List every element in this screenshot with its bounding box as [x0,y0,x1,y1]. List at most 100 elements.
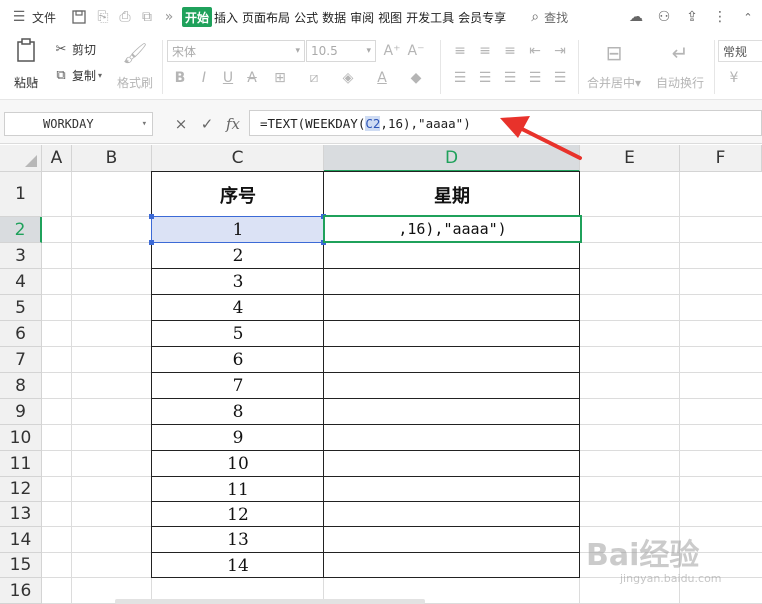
tab-developer[interactable]: 开发工具 [404,0,456,34]
font-color-icon[interactable]: A [372,68,392,88]
tab-view[interactable]: 视图 [376,0,404,34]
increase-indent-icon[interactable]: ⇥ [550,41,570,61]
cell-c14[interactable]: 13 [152,527,324,553]
row-header-3[interactable]: 3 [0,243,42,269]
strikethrough-icon[interactable]: A [242,68,262,88]
eraser-icon[interactable]: ◆ [406,68,426,88]
search-box[interactable]: ⌕ 查找 [522,0,572,34]
decrease-indent-icon[interactable]: ⇤ [525,41,545,61]
cell-d2-editing[interactable]: ,16),"aaaa") [323,215,582,243]
row-header-11[interactable]: 11 [0,451,42,477]
tab-formulas[interactable]: 公式 [292,0,320,34]
font-name-select[interactable]: 宋体 ▾ [167,40,305,62]
column-header-d[interactable]: D [324,145,580,172]
cell-c13[interactable]: 12 [152,502,324,527]
print-icon[interactable]: ⎙ [116,8,134,26]
paste-dropdown-icon[interactable]: ▾ [34,78,38,87]
column-header-b[interactable]: B [72,145,152,172]
row-header-1[interactable]: 1 [0,172,42,217]
collapse-ribbon-icon[interactable]: ⌃ [739,8,757,26]
cell-c1-header[interactable]: 序号 [152,172,324,217]
row-header-7[interactable]: 7 [0,347,42,373]
cell-c15[interactable]: 14 [152,553,324,578]
tab-insert[interactable]: 插入 [212,0,240,34]
fill-color-icon[interactable]: ◈ [338,68,358,88]
cell-c11[interactable]: 10 [152,451,324,477]
row-header-8[interactable]: 8 [0,373,42,399]
cell-d1-header[interactable]: 星期 [324,172,580,217]
row-header-13[interactable]: 13 [0,502,42,527]
wrap-text-button[interactable]: ↵ 自动换行 [652,38,708,91]
italic-icon[interactable]: I [194,68,214,88]
align-left-icon[interactable]: ☰ [450,68,470,88]
cell-c8[interactable]: 7 [152,373,324,399]
cell-c4[interactable]: 3 [152,269,324,295]
row-header-6[interactable]: 6 [0,321,42,347]
cell-c10[interactable]: 9 [152,425,324,451]
align-center-icon[interactable]: ☰ [475,68,495,88]
print-preview-icon[interactable]: ⧉ [138,8,156,26]
formula-input[interactable]: =TEXT(WEEKDAY(C2,16),"aaaa") [249,110,762,136]
export-pdf-icon[interactable]: ⎘ [94,8,112,26]
merge-center-button[interactable]: ⊟ 合并居中▾ [584,38,644,91]
align-top-icon[interactable]: ≡ [450,41,470,61]
file-menu[interactable]: ☰ 文件 [0,0,60,34]
row-header-16[interactable]: 16 [0,578,42,604]
number-format-select[interactable]: 常规 [718,40,762,62]
cell-c2[interactable]: 1 [152,217,324,243]
currency-icon[interactable]: ¥ [724,68,744,88]
cell-c7[interactable]: 6 [152,347,324,373]
confirm-icon[interactable]: ✓ [196,112,218,136]
tab-data[interactable]: 数据 [320,0,348,34]
underline-icon[interactable]: U [218,68,238,88]
column-header-c[interactable]: C [152,145,324,172]
more-options-icon[interactable]: ⋮ [711,8,729,26]
share-icon[interactable]: ⇪ [683,8,701,26]
row-header-14[interactable]: 14 [0,527,42,553]
cell-c6[interactable]: 5 [152,321,324,347]
tab-member[interactable]: 会员专享 [456,0,508,34]
row-header-9[interactable]: 9 [0,399,42,425]
fx-icon[interactable]: fx [222,112,244,136]
horizontal-scrollbar[interactable] [115,599,425,604]
cell-c3[interactable]: 2 [152,243,324,269]
column-header-f[interactable]: F [680,145,762,172]
align-right-icon[interactable]: ☰ [500,68,520,88]
cloud-sync-icon[interactable]: ☁ [627,8,645,26]
cell-c12[interactable]: 11 [152,477,324,502]
tab-home[interactable]: 开始 [182,7,213,27]
cancel-icon[interactable]: × [170,112,192,136]
tab-page-layout[interactable]: 页面布局 [240,0,292,34]
save-icon[interactable] [70,8,88,26]
copy-button[interactable]: ⧉ 复制 ▾ [52,66,102,84]
name-box[interactable]: WORKDAY ▾ [4,112,153,136]
decrease-font-icon[interactable]: A⁻ [406,41,426,61]
cut-button[interactable]: ✂ 剪切 [52,40,96,58]
borders-icon[interactable]: ⊞ [270,68,290,88]
row-header-5[interactable]: 5 [0,295,42,321]
column-header-a[interactable]: A [42,145,72,172]
justify-icon[interactable]: ☰ [525,68,545,88]
more-chevron-icon[interactable]: » [160,8,178,26]
cell-c9[interactable]: 8 [152,399,324,425]
distributed-icon[interactable]: ☰ [550,68,570,88]
row-header-4[interactable]: 4 [0,269,42,295]
cell-c5[interactable]: 4 [152,295,324,321]
paste-button[interactable]: 粘贴 [8,38,44,91]
tab-review[interactable]: 审阅 [348,0,376,34]
select-all-corner[interactable] [0,145,42,172]
align-middle-icon[interactable]: ≡ [475,41,495,61]
row-header-12[interactable]: 12 [0,477,42,502]
align-bottom-icon[interactable]: ≡ [500,41,520,61]
format-painter-button[interactable]: 🖌 格式刷 [114,38,156,91]
font-size-select[interactable]: 10.5 ▾ [306,40,376,62]
column-header-e[interactable]: E [580,145,680,172]
collaborate-icon[interactable]: ⚇ [655,8,673,26]
bold-icon[interactable]: B [170,68,190,88]
row-header-15[interactable]: 15 [0,553,42,578]
row-header-10[interactable]: 10 [0,425,42,451]
copy-label: 复制 [72,68,97,83]
increase-font-icon[interactable]: A⁺ [382,41,402,61]
cell-style-icon[interactable]: ⧄ [304,68,324,88]
row-header-2[interactable]: 2 [0,217,42,243]
